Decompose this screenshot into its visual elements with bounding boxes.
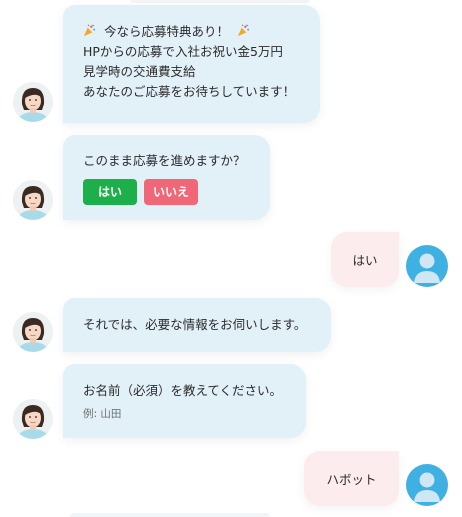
intro-text-line-4: あなたのご応募をお待ちしています！	[83, 84, 296, 99]
user-avatar-icon	[406, 245, 448, 287]
request-info-text: それでは、必要な情報をお伺いします。	[83, 317, 307, 332]
name-prompt-hint: 例: 山田	[83, 408, 122, 420]
party-popper-icon	[83, 24, 100, 39]
bot-avatar	[13, 399, 53, 439]
user-reply-text: はい	[352, 253, 378, 268]
intro-line-1: 今なら応募特典あり！	[83, 22, 300, 42]
bot-avatar	[13, 180, 53, 220]
bot-message-intro: 今なら応募特典あり！ HPからの応募で入社お祝い金5万円 見学時の交通費支給 あ…	[63, 5, 320, 123]
intro-text-line-1: 今なら応募特典あり！	[103, 24, 229, 39]
previous-message-edge	[130, 0, 310, 3]
user-message-name: ハボット	[304, 451, 399, 506]
confirm-question: このまま応募を進めますか？	[83, 153, 246, 168]
bot-message-confirm: このまま応募を進めますか？ はい いいえ	[63, 135, 270, 220]
bot-avatar	[13, 82, 53, 122]
next-message-edge	[70, 513, 270, 517]
no-button[interactable]: いいえ	[144, 179, 198, 205]
intro-text-line-2: HPからの応募で入社お祝い金5万円	[83, 44, 283, 59]
bot-message-name-prompt: お名前（必須）を教えてください。 例: 山田	[63, 364, 306, 438]
user-name-text: ハボット	[326, 472, 377, 487]
yes-button[interactable]: はい	[83, 179, 137, 205]
user-avatar-icon	[406, 464, 448, 506]
intro-text-line-3: 見学時の交通費支給	[83, 64, 196, 79]
bot-message-request-info: それでは、必要な情報をお伺いします。	[63, 298, 331, 352]
bot-avatar	[13, 312, 53, 352]
user-message-reply: はい	[331, 232, 399, 287]
party-popper-icon	[237, 24, 250, 39]
name-prompt-text: お名前（必須）を教えてください。	[83, 383, 283, 398]
